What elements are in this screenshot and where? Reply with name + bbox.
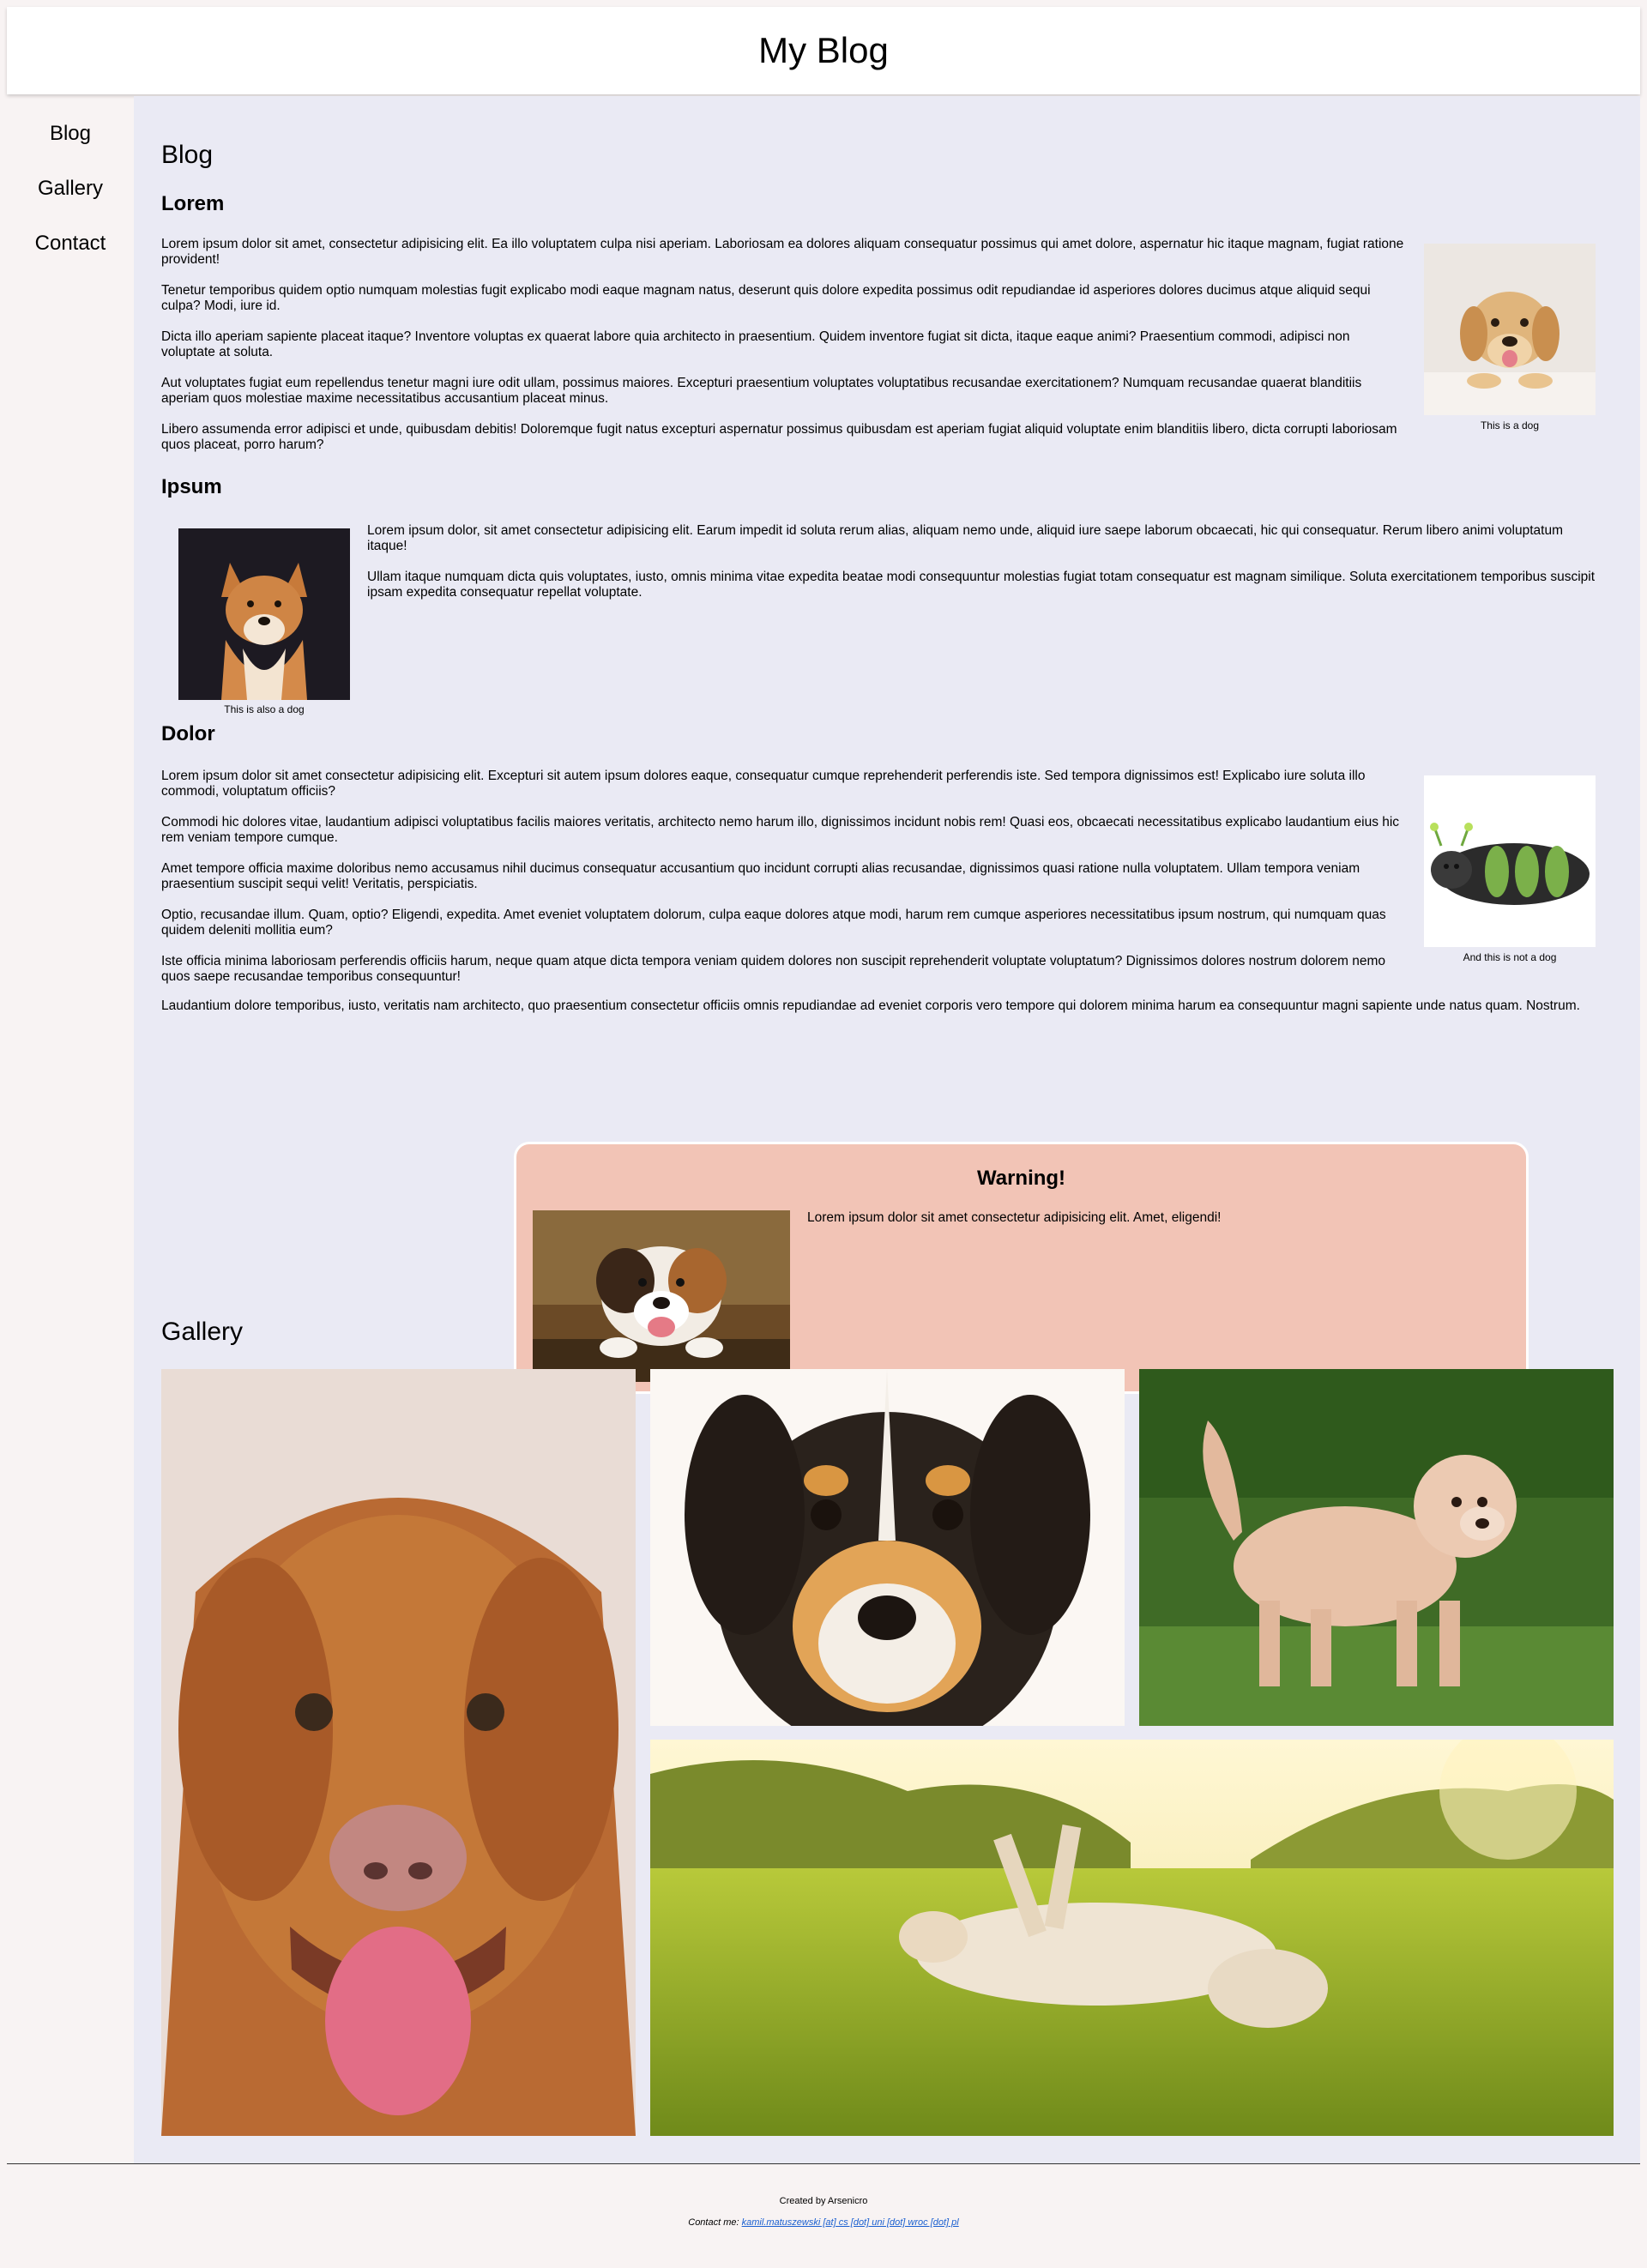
dolor-text-block: Lorem ipsum dolor sit amet consectetur a… [161, 769, 1405, 1000]
warning-text: Lorem ipsum dolor sit amet consectetur a… [807, 1210, 1222, 1225]
site-title: My Blog [758, 30, 889, 70]
paragraph: Iste officia minima laboriosam perferend… [161, 954, 1386, 984]
ipsum-text-block: Lorem ipsum dolor, sit amet consectetur … [367, 523, 1602, 600]
paragraph: Commodi hic dolores vitae, laudantium ad… [161, 815, 1400, 845]
image-caption: This is also a dog [224, 703, 305, 715]
dolor-text-block-wide: Laudantium dolore temporibus, iusto, ver… [161, 998, 1620, 1014]
gallery-photo-retriever[interactable] [161, 1369, 636, 2136]
paragraph: Tenetur temporibus quidem optio numquam … [161, 283, 1371, 313]
sidebar-nav: Blog Gallery Contact [7, 96, 134, 2163]
paragraph: Aut voluptates fugiat eum repellendus te… [161, 376, 1362, 406]
warning-title: Warning! [976, 1167, 1066, 1190]
footer-contact-email-link[interactable]: kamil.matuszewski [at] cs [dot] uni [dot… [742, 2217, 959, 2228]
paragraph: Dicta illo aperiam sapiente placeat itaq… [161, 329, 1350, 359]
blog-heading: Blog [161, 141, 214, 169]
section-title-dolor: Dolor [161, 722, 215, 745]
caterpillar-costume-dog-photo [1424, 775, 1596, 947]
footer-divider [7, 2163, 1640, 2164]
gallery-photo-puppy[interactable] [650, 1369, 1125, 1726]
paragraph: Libero assumenda error adipisci et unde,… [161, 422, 1397, 452]
gallery-photo-dog-on-grass[interactable] [650, 1740, 1614, 2136]
nav-item-contact[interactable]: Contact [7, 232, 134, 256]
gallery-photo-poodle[interactable] [1139, 1369, 1614, 1726]
paragraph: Lorem ipsum dolor sit amet, consectetur … [161, 237, 1404, 267]
paragraph: Laudantium dolore temporibus, iusto, ver… [161, 998, 1580, 1013]
shiba-dog-photo [178, 528, 350, 700]
main-content: Blog Lorem Lorem ipsum dolor sit amet, c… [134, 96, 1640, 2163]
golden-puppy-photo [1424, 244, 1596, 415]
site-header: My Blog [7, 7, 1640, 94]
section-title-lorem: Lorem [161, 192, 225, 215]
footer-contact: Contact me: kamil.matuszewski [at] cs [d… [0, 2217, 1647, 2228]
paragraph: Lorem ipsum dolor sit amet consectetur a… [161, 769, 1366, 799]
footer-contact-label: Contact me: [688, 2217, 739, 2228]
nav-item-gallery[interactable]: Gallery [7, 177, 134, 201]
image-caption: And this is not a dog [1463, 951, 1557, 963]
footer-credit: Created by Arsenicro [779, 2196, 868, 2206]
paragraph: Lorem ipsum dolor, sit amet consectetur … [367, 523, 1563, 553]
paragraph: Ullam itaque numquam dicta quis voluptat… [367, 570, 1596, 600]
gallery-heading: Gallery [161, 1318, 244, 1346]
paragraph: Amet tempore officia maxime doloribus ne… [161, 861, 1360, 891]
section-title-ipsum: Ipsum [161, 475, 222, 498]
lorem-text-block: Lorem ipsum dolor sit amet, consectetur … [161, 237, 1405, 453]
image-caption: This is a dog [1480, 419, 1540, 431]
border-collie-photo [533, 1210, 790, 1382]
paragraph: Optio, recusandae illum. Quam, optio? El… [161, 908, 1386, 938]
nav-item-blog[interactable]: Blog [7, 122, 134, 146]
warning-box: Warning! Lorem ipsum dolor sit amet cons… [514, 1142, 1529, 1394]
